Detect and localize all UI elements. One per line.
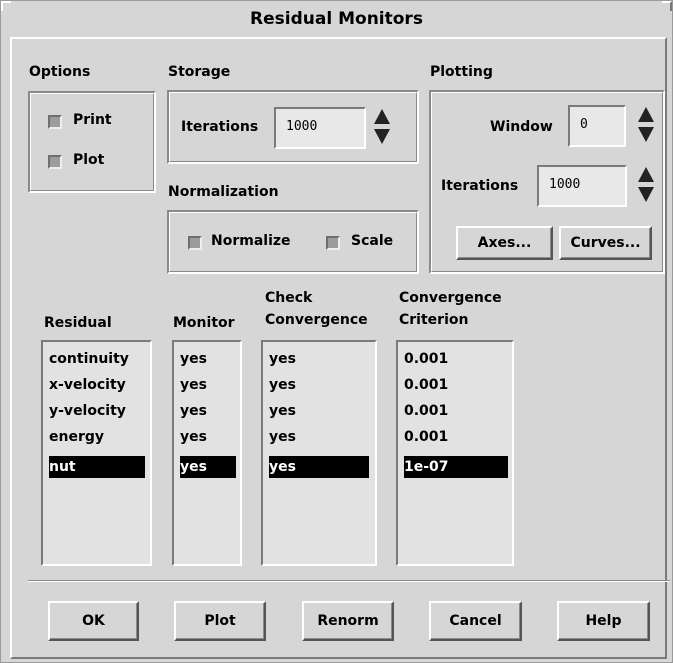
convergence-criterion-list[interactable]: 0.001 0.001 0.001 0.001 1e-07 xyxy=(396,340,514,566)
monitor-column-header: Monitor xyxy=(173,315,235,331)
list-item[interactable]: energy xyxy=(49,426,104,448)
monitor-list[interactable]: yes yes yes yes yes xyxy=(172,340,242,566)
storage-heading: Storage xyxy=(168,64,231,80)
list-item[interactable]: yes xyxy=(180,400,207,422)
list-item[interactable]: 0.001 xyxy=(404,348,448,370)
arrow-up-icon[interactable] xyxy=(638,107,654,122)
storage-iterations-spinner[interactable] xyxy=(373,107,391,147)
normalize-label: Normalize xyxy=(211,233,291,249)
residual-column-header: Residual xyxy=(44,315,112,331)
plotting-iterations-field[interactable]: 1000 xyxy=(537,165,627,207)
plotting-iterations-label: Iterations xyxy=(441,178,519,194)
ok-button[interactable]: OK xyxy=(48,601,139,641)
list-item[interactable]: yes xyxy=(269,374,296,396)
check-convergence-list[interactable]: yes yes yes yes yes xyxy=(261,340,377,566)
arrow-down-icon[interactable] xyxy=(374,129,390,144)
plot-button[interactable]: Plot xyxy=(174,601,266,641)
storage-iterations-field[interactable]: 1000 xyxy=(274,107,366,149)
list-item-selected[interactable]: nut xyxy=(49,456,145,478)
print-label: Print xyxy=(73,112,112,128)
list-item[interactable]: y-velocity xyxy=(49,400,126,422)
help-button[interactable]: Help xyxy=(557,601,650,641)
plot-checkbox[interactable] xyxy=(48,155,62,169)
arrow-down-icon[interactable] xyxy=(638,187,654,202)
list-item[interactable]: 0.001 xyxy=(404,426,448,448)
list-item[interactable]: x-velocity xyxy=(49,374,126,396)
plotting-window-label: Window xyxy=(490,119,553,135)
normalization-heading: Normalization xyxy=(168,184,279,200)
plotting-window-spinner[interactable] xyxy=(637,105,655,145)
axes-button[interactable]: Axes... xyxy=(456,226,553,260)
cancel-button[interactable]: Cancel xyxy=(429,601,522,641)
plotting-iterations-spinner[interactable] xyxy=(637,165,655,205)
list-item[interactable]: yes xyxy=(269,426,296,448)
check-convergence-header-line1: Check xyxy=(265,290,313,306)
print-checkbox[interactable] xyxy=(48,115,62,129)
scale-label: Scale xyxy=(351,233,394,249)
options-heading: Options xyxy=(29,64,91,80)
list-item[interactable]: yes xyxy=(269,348,296,370)
curves-button[interactable]: Curves... xyxy=(559,226,652,260)
residual-monitors-window: Residual Monitors Options Print Plot Sto… xyxy=(0,0,673,663)
list-item[interactable]: 0.001 xyxy=(404,374,448,396)
list-item[interactable]: yes xyxy=(180,374,207,396)
list-item[interactable]: 0.001 xyxy=(404,400,448,422)
renorm-button[interactable]: Renorm xyxy=(302,601,394,641)
arrow-up-icon[interactable] xyxy=(638,167,654,182)
divider xyxy=(28,580,670,582)
window-title: Residual Monitors xyxy=(250,9,423,29)
options-group xyxy=(28,91,156,193)
arrow-down-icon[interactable] xyxy=(638,127,654,142)
list-item[interactable]: yes xyxy=(180,426,207,448)
list-item-selected[interactable]: 1e-07 xyxy=(404,456,508,478)
list-item-selected[interactable]: yes xyxy=(180,456,236,478)
list-item[interactable]: yes xyxy=(269,400,296,422)
list-item[interactable]: continuity xyxy=(49,348,129,370)
criterion-header-line1: Convergence xyxy=(399,290,502,306)
plotting-heading: Plotting xyxy=(430,64,493,80)
residual-list[interactable]: continuity x-velocity y-velocity energy … xyxy=(41,340,152,566)
plotting-window-field[interactable]: 0 xyxy=(568,105,626,147)
check-convergence-header-line2: Convergence xyxy=(265,312,368,328)
storage-iterations-label: Iterations xyxy=(181,119,259,135)
plot-label: Plot xyxy=(73,152,105,168)
criterion-header-line2: Criterion xyxy=(399,312,469,328)
list-item-selected[interactable]: yes xyxy=(269,456,369,478)
scale-checkbox[interactable] xyxy=(326,236,340,250)
list-item[interactable]: yes xyxy=(180,348,207,370)
arrow-up-icon[interactable] xyxy=(374,109,390,124)
normalize-checkbox[interactable] xyxy=(188,236,202,250)
